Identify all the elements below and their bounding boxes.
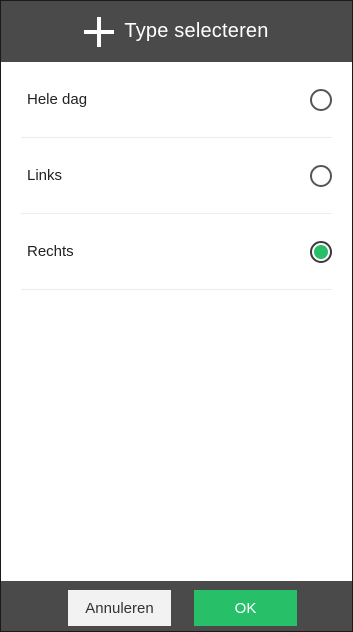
cancel-button[interactable]: Annuleren bbox=[68, 590, 171, 626]
dialog-footer: Annuleren OK bbox=[1, 581, 352, 631]
radio-button-unchecked[interactable] bbox=[310, 88, 332, 111]
option-rechts[interactable]: Rechts bbox=[21, 214, 332, 290]
ok-button[interactable]: OK bbox=[194, 590, 297, 626]
option-label: Hele dag bbox=[27, 91, 88, 108]
radio-button-checked[interactable] bbox=[310, 240, 332, 263]
type-select-dialog: Type selecteren Hele dag Links Rechts An… bbox=[0, 0, 353, 632]
dialog-title: Type selecteren bbox=[124, 20, 269, 42]
option-list: Hele dag Links Rechts bbox=[1, 62, 352, 290]
dialog-header: Type selecteren bbox=[1, 1, 352, 62]
option-hele-dag[interactable]: Hele dag bbox=[21, 62, 332, 138]
option-label: Links bbox=[27, 167, 63, 184]
radio-button-unchecked[interactable] bbox=[310, 164, 332, 187]
plus-icon bbox=[84, 16, 115, 47]
radio-selected-dot bbox=[314, 244, 328, 259]
option-label: Rechts bbox=[27, 243, 74, 260]
option-links[interactable]: Links bbox=[21, 138, 332, 214]
